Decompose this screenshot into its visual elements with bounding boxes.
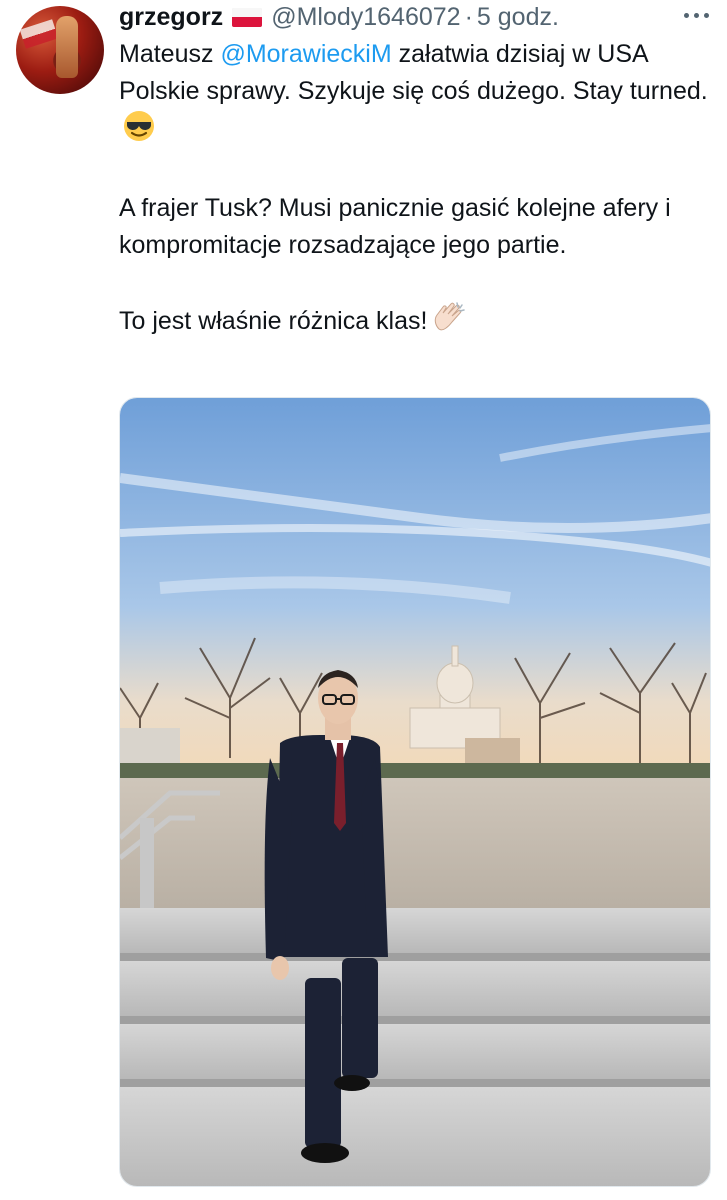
tweet[interactable]: grzegorz @Mlody1646072 · 5 godz. Mateusz… <box>0 0 727 1200</box>
clapping-hands-icon <box>431 301 467 346</box>
tweet-timestamp[interactable]: 5 godz. <box>477 3 559 32</box>
avatar-figure <box>56 16 78 78</box>
paragraph-3-text: To jest właśnie różnica klas! <box>119 307 428 335</box>
tweet-photo[interactable] <box>119 397 711 1187</box>
tweet-paragraph-2: A frajer Tusk? Musi panicznie gasić kole… <box>119 194 671 259</box>
author-name[interactable]: grzegorz <box>119 3 223 32</box>
photo-illustration <box>120 398 710 1186</box>
author-handle[interactable]: @Mlody1646072 <box>271 3 460 32</box>
mention-link[interactable]: @MorawieckiM <box>220 40 391 68</box>
author-avatar[interactable] <box>16 6 104 94</box>
smiling-face-with-sunglasses-icon <box>123 110 155 153</box>
tweet-paragraph-1: Mateusz @MorawieckiM załatwia dzisiaj w … <box>119 36 709 153</box>
paragraph-1-start: Mateusz <box>119 40 221 68</box>
poland-flag-icon <box>232 7 263 27</box>
tweet-header: grzegorz @Mlody1646072 · 5 godz. <box>119 2 559 32</box>
avatar-flag-shape <box>19 19 59 49</box>
tweet-text: Mateusz @MorawieckiM załatwia dzisiaj w … <box>119 36 709 346</box>
separator-dot: · <box>464 2 473 31</box>
more-horizontal-icon[interactable] <box>684 6 709 24</box>
tweet-paragraph-3: To jest właśnie różnica klas! <box>119 301 709 346</box>
